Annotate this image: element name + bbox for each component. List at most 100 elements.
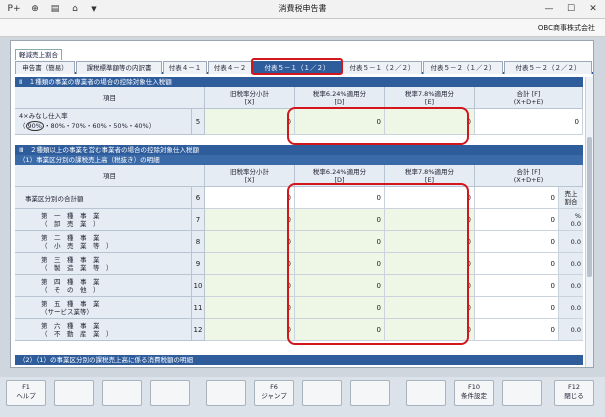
minimize-icon[interactable]: — (540, 2, 558, 16)
cell-8-78[interactable]: 0 (385, 231, 475, 253)
header-rate-78-3: 税率7.8%適用分 [E] (385, 165, 475, 187)
cell-11-624[interactable]: 0 (295, 297, 385, 319)
section-3-subtitle: （1）事業区分別の課税売上高（税抜き）の明細 (15, 155, 583, 165)
vertical-scrollbar[interactable] (585, 77, 593, 367)
cell-5-78[interactable]: 0 (385, 109, 475, 135)
search-zoom-icon[interactable]: ⊕ (28, 2, 42, 16)
maximize-icon[interactable]: ☐ (562, 2, 580, 16)
cell-6-624[interactable]: 0 (295, 187, 385, 209)
f9-button[interactable] (406, 380, 446, 406)
cell-8-total[interactable]: 0 (475, 231, 559, 253)
header-item-3: 項目 (15, 165, 205, 187)
cell-6-78[interactable]: 0 (385, 187, 475, 209)
cell-5-total[interactable]: 0 (475, 109, 583, 135)
f8-button[interactable] (350, 380, 390, 406)
cell-8-624[interactable]: 0 (295, 231, 385, 253)
cell-11-total[interactable]: 0 (475, 297, 559, 319)
company-name: OBC商事株式会社 (537, 24, 595, 32)
section-3-next-subtitle: （2）（1）の事業区分別の課税売上高に係る消費税額の明細 (15, 355, 583, 365)
tab-return-simplified[interactable]: 申告書（簡易） (15, 61, 75, 74)
header-rate-624: 税率6.24%適用分 [D] (295, 87, 385, 109)
table-row-label: 第 五 種 事 業（サービス業等） (15, 297, 191, 319)
section-2-title: Ⅱ １種類の事業の専業者の場合の控除対象仕入税額 (15, 77, 583, 87)
cell-6-old[interactable]: 0 (205, 187, 295, 209)
f12-close-button[interactable]: F12 閉じる (554, 380, 594, 406)
cell-8-old[interactable]: 0 (205, 231, 295, 253)
f2-button[interactable] (54, 380, 94, 406)
tab-tax-base-breakdown[interactable]: 課税標準額等の内訳書 (76, 61, 162, 74)
deemed-rate-options[interactable]: （90% ・80%・70%・60%・50%・40%） (19, 121, 155, 131)
row-number: 12 (191, 319, 205, 341)
selected-rate[interactable]: 90% (25, 121, 44, 131)
cell-9-624[interactable]: 0 (295, 253, 385, 275)
row-number: 11 (191, 297, 205, 319)
f6-jump-button[interactable]: F6 ジャンプ (254, 380, 294, 406)
cell-12-78[interactable]: 0 (385, 319, 475, 341)
f1-help-button[interactable]: F1 ヘルプ (6, 380, 46, 406)
sales-ratio-cell: % 0.0 (559, 209, 583, 231)
header-total-3: 合計 [F] (X+D+E) (475, 165, 583, 187)
cell-9-old[interactable]: 0 (205, 253, 295, 275)
cell-12-total[interactable]: 0 (475, 319, 559, 341)
cell-6-total[interactable]: 0 (475, 187, 559, 209)
cell-11-old[interactable]: 0 (205, 297, 295, 319)
cell-7-78[interactable]: 0 (385, 209, 475, 231)
header-old-rate-3: 旧税率分小計 [X] (205, 165, 295, 187)
cell-10-total[interactable]: 0 (475, 275, 559, 297)
form-content: Ⅱ １種類の事業の専業者の場合の控除対象仕入税額 項目 旧税率分小計 [X] 税率… (15, 77, 583, 367)
cell-7-old[interactable]: 0 (205, 209, 295, 231)
dropdown-icon[interactable]: ▼ (88, 2, 100, 16)
header-total: 合計 [F] (X+D+E) (475, 87, 583, 109)
cell-10-old[interactable]: 0 (205, 275, 295, 297)
home-icon[interactable]: ⌂ (68, 2, 82, 16)
row-number: 6 (191, 187, 205, 209)
sales-ratio-cell: 0.0 (559, 319, 583, 341)
table-row-label: 事業区分別の合計額 (15, 187, 191, 209)
f11-button[interactable] (502, 380, 542, 406)
cell-12-old[interactable]: 0 (205, 319, 295, 341)
main-panel: 軽減売上割合 申告書（簡易） 課税標準額等の内訳書 付表４－１ 付表４－２ 付表… (10, 40, 594, 368)
row-number: 7 (191, 209, 205, 231)
f5-button[interactable] (206, 380, 246, 406)
cell-10-624[interactable]: 0 (295, 275, 385, 297)
sales-ratio-cell: 0.0 (559, 297, 583, 319)
print-icon[interactable]: ▤ (48, 2, 62, 16)
tab-appendix-5-1-page2[interactable]: 付表５－１（２／２） (342, 61, 422, 74)
cell-5-624[interactable]: 0 (295, 109, 385, 135)
active-tab-highlight (251, 58, 343, 75)
row-number: 10 (191, 275, 205, 297)
sales-ratio-cell: 0.0 (559, 253, 583, 275)
tab-appendix-4-2[interactable]: 付表４－２ (208, 61, 252, 74)
sales-ratio-header: 売上 割合 (559, 187, 583, 209)
row-number: 8 (191, 231, 205, 253)
f3-button[interactable] (102, 380, 142, 406)
add-record-icon[interactable]: P+ (6, 2, 22, 16)
cell-7-624[interactable]: 0 (295, 209, 385, 231)
tab-appendix-4-1[interactable]: 付表４－１ (163, 61, 207, 74)
scrollbar-thumb[interactable] (587, 137, 592, 277)
tab-reduced-sales-ratio[interactable]: 軽減売上割合 (15, 49, 62, 60)
cell-11-78[interactable]: 0 (385, 297, 475, 319)
header-rate-624-3: 税率6.24%適用分 [D] (295, 165, 385, 187)
cell-12-624[interactable]: 0 (295, 319, 385, 341)
f4-button[interactable] (150, 380, 190, 406)
table-row-label: 第 二 種 事 業（ 小 売 業 等 ） (15, 231, 191, 253)
table-row-label: 第 三 種 事 業（ 製 造 業 等 ） (15, 253, 191, 275)
f7-button[interactable] (302, 380, 342, 406)
close-icon[interactable]: ✕ (584, 2, 602, 16)
header-rate-78: 税率7.8%適用分 [E] (385, 87, 475, 109)
table-row-label: 第 一 種 事 業（ 卸 売 業 ） (15, 209, 191, 231)
cell-9-total[interactable]: 0 (475, 253, 559, 275)
tab-appendix-5-2-page2[interactable]: 付表５－２（２／２） (504, 61, 592, 74)
cell-9-78[interactable]: 0 (385, 253, 475, 275)
header-item: 項目 (15, 87, 205, 109)
f10-settings-button[interactable]: F10 条件設定 (454, 380, 494, 406)
cell-5-old[interactable]: 0 (205, 109, 295, 135)
row-number: 5 (191, 109, 205, 135)
table-row-label: 第 六 種 事 業（ 不 動 産 業 ） (15, 319, 191, 341)
tab-appendix-5-2-page1[interactable]: 付表５－２（１／２） (423, 61, 503, 74)
cell-7-total[interactable]: 0 (475, 209, 559, 231)
function-key-bar: F1 ヘルプ F6 ジャンプ F10 条件設定 F12 閉じる (0, 377, 605, 417)
cell-10-78[interactable]: 0 (385, 275, 475, 297)
company-bar: OBC商事株式会社 (0, 19, 605, 37)
